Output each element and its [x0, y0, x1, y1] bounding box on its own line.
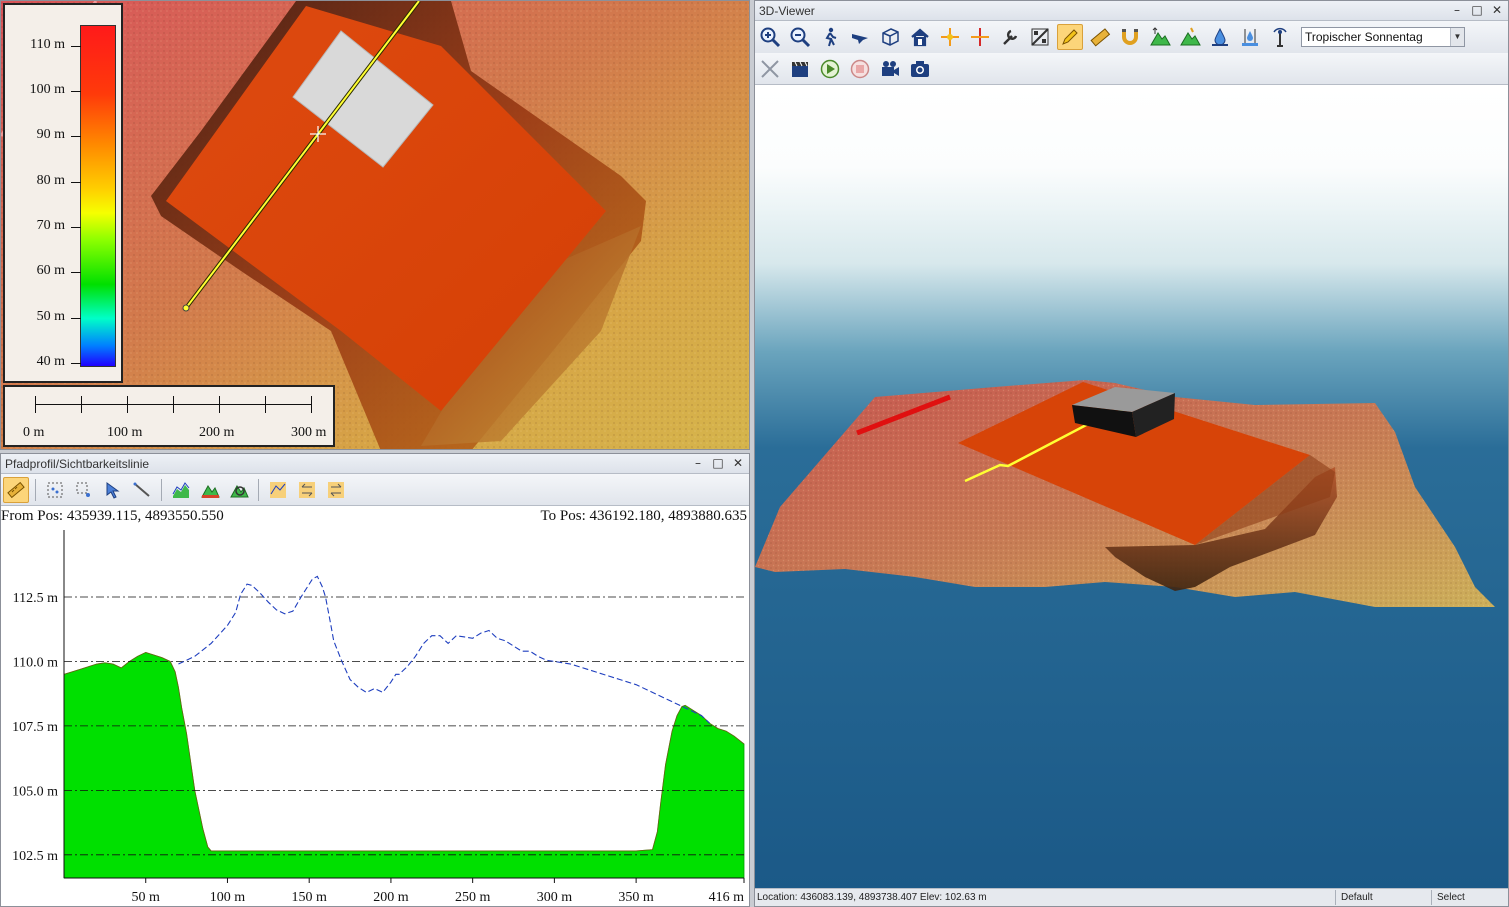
- minimize-icon[interactable]: –: [691, 456, 705, 470]
- select-area-icon[interactable]: [71, 477, 97, 503]
- profile-title: Pfadprofil/Sichtbarkeitslinie: [5, 456, 150, 471]
- percent-icon[interactable]: [1027, 24, 1053, 50]
- scale-label: 0 m: [23, 425, 45, 440]
- video-camera-icon[interactable]: [877, 56, 903, 82]
- profile-titlebar: Pfadprofil/Sichtbarkeitslinie – □ ✕: [1, 454, 749, 474]
- photo-camera-icon[interactable]: [907, 56, 933, 82]
- walk-icon[interactable]: [817, 24, 843, 50]
- maximize-icon[interactable]: □: [711, 456, 725, 470]
- home-icon[interactable]: [907, 24, 933, 50]
- stop-icon[interactable]: [847, 56, 873, 82]
- chevron-down-icon[interactable]: ▼: [1450, 28, 1464, 46]
- zoom-in-icon[interactable]: [757, 24, 783, 50]
- viewer-toolbar-primary: Tropischer Sonnentag ▼: [755, 21, 1508, 53]
- terrain-raise-icon[interactable]: [1147, 24, 1173, 50]
- profile-panel: Pfadprofil/Sichtbarkeitslinie – □ ✕ From…: [0, 453, 750, 907]
- legend-tick: 60 m: [13, 263, 81, 279]
- airplane-icon[interactable]: [757, 56, 783, 82]
- viewer-panel: 3D-Viewer – □ ✕ Tropischer Sonnentag ▼ L…: [754, 0, 1509, 907]
- viewer-title: 3D-Viewer: [759, 3, 815, 18]
- legend-tick: 100 m: [13, 82, 81, 98]
- antenna-icon[interactable]: [1267, 24, 1293, 50]
- x-tick-label: 300 m: [537, 890, 573, 905]
- swap-icon[interactable]: [323, 477, 349, 503]
- 3d-scene[interactable]: [755, 87, 1508, 890]
- profile-chart[interactable]: 112.5 m 110.0 m 107.5 m 105.0 m 102.5 m 50 m 1…: [1, 530, 749, 906]
- status-tool: Select: [1437, 892, 1465, 903]
- water-level-icon[interactable]: [1237, 24, 1263, 50]
- elevation-legend: 110 m 100 m 90 m 80 m 70 m 60 m 50 m 40 …: [3, 3, 123, 383]
- select-points-icon[interactable]: [42, 477, 68, 503]
- x-tick-label: 150 m: [291, 890, 327, 905]
- legend-tick: 40 m: [13, 354, 81, 370]
- pointer-icon[interactable]: [100, 477, 126, 503]
- wrench-icon[interactable]: [997, 24, 1023, 50]
- target-icon[interactable]: [937, 24, 963, 50]
- fly-icon[interactable]: [847, 24, 873, 50]
- close-icon[interactable]: ✕: [731, 456, 745, 470]
- cube-view-icon[interactable]: [877, 24, 903, 50]
- legend-tick: 50 m: [13, 309, 81, 325]
- line-of-sight-icon[interactable]: [265, 477, 291, 503]
- magnet-icon[interactable]: [1117, 24, 1143, 50]
- line-tool-icon[interactable]: [129, 477, 155, 503]
- scale-label: 200 m: [199, 425, 235, 440]
- weather-preset-value: Tropischer Sonnentag: [1305, 30, 1423, 44]
- from-position: From Pos: 435939.115, 4893550.550: [1, 508, 224, 524]
- zoom-out-icon[interactable]: [787, 24, 813, 50]
- y-tick-label: 105.0 m: [12, 784, 58, 799]
- status-location: Location: 436083.139, 4893738.407 Elev: …: [757, 892, 987, 903]
- legend-tick: 70 m: [13, 218, 81, 234]
- x-tick-label: 350 m: [618, 890, 654, 905]
- viewer-titlebar: 3D-Viewer – □ ✕: [755, 1, 1508, 21]
- terrain-area: [63, 652, 745, 879]
- measure-path-icon[interactable]: [3, 476, 29, 503]
- legend-color-bar: [80, 25, 116, 367]
- y-tick-label: 102.5 m: [12, 849, 58, 864]
- scale-label: 300 m: [291, 425, 327, 440]
- map-view[interactable]: 110 m 100 m 90 m 80 m 70 m 60 m 50 m 40 …: [0, 0, 750, 450]
- minimize-icon[interactable]: –: [1450, 3, 1464, 17]
- y-tick-label: 110.0 m: [13, 655, 58, 670]
- position-row: From Pos: 435939.115, 4893550.550 To Pos…: [1, 506, 749, 528]
- pencil-icon[interactable]: [1057, 24, 1083, 50]
- terrain-icon[interactable]: [197, 477, 223, 503]
- y-tick-label: 107.5 m: [12, 720, 58, 735]
- legend-tick: 80 m: [13, 173, 81, 189]
- scale-label: 100 m: [107, 425, 143, 440]
- play-icon[interactable]: [817, 56, 843, 82]
- profile-toolbar: [1, 474, 749, 506]
- maximize-icon[interactable]: □: [1470, 3, 1484, 17]
- close-icon[interactable]: ✕: [1490, 3, 1504, 17]
- water-drop-icon[interactable]: [1207, 24, 1233, 50]
- x-tick-label: 200 m: [373, 890, 409, 905]
- scale-bar: 0 m 100 m 200 m 300 m: [3, 385, 335, 447]
- weather-preset-select[interactable]: Tropischer Sonnentag ▼: [1301, 27, 1465, 47]
- ruler-icon[interactable]: [1087, 24, 1113, 50]
- clapperboard-icon[interactable]: [787, 56, 813, 82]
- viewer-toolbar-secondary: [755, 53, 1508, 85]
- status-mode: Default: [1341, 892, 1373, 903]
- x-tick-label: 416 m: [709, 890, 745, 905]
- y-tick-label: 112.5 m: [13, 591, 58, 606]
- terrain-zoom-icon[interactable]: [226, 477, 252, 503]
- crosshair-icon[interactable]: [967, 24, 993, 50]
- x-tick-label: 50 m: [132, 890, 161, 905]
- to-position: To Pos: 436192.180, 4893880.635: [540, 508, 747, 524]
- status-bar: Location: 436083.139, 4893738.407 Elev: …: [755, 888, 1508, 906]
- x-tick-label: 250 m: [455, 890, 491, 905]
- line-of-sight-series: [178, 575, 711, 724]
- x-tick-label: 100 m: [210, 890, 246, 905]
- terrain-lower-icon[interactable]: [1177, 24, 1203, 50]
- profile-chart-icon[interactable]: [168, 477, 194, 503]
- reverse-icon[interactable]: [294, 477, 320, 503]
- legend-tick: 90 m: [13, 127, 81, 143]
- legend-tick: 110 m: [13, 37, 81, 53]
